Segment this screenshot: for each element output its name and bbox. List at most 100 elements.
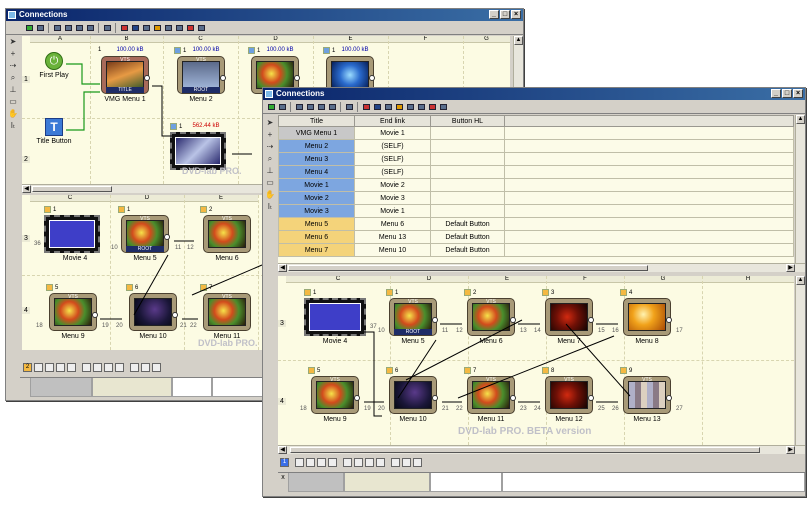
frame-icon[interactable]: ▭ xyxy=(266,178,274,187)
view-icon[interactable] xyxy=(82,362,91,372)
distribute-icon[interactable] xyxy=(316,101,326,112)
chart-icon[interactable] xyxy=(427,101,437,112)
view-icon[interactable] xyxy=(56,362,65,372)
cell-button-hl[interactable] xyxy=(430,152,505,166)
table-row[interactable]: Menu 6 Menu 13 Default Button xyxy=(278,230,794,244)
close-panel-icon[interactable]: x xyxy=(278,473,288,492)
view-icon[interactable] xyxy=(93,362,102,372)
close-panel-icon[interactable] xyxy=(20,378,30,397)
cell-end-link[interactable]: Menu 6 xyxy=(354,217,431,231)
table-row[interactable]: Menu 7 Menu 10 Default Button xyxy=(278,243,794,257)
link-icon[interactable] xyxy=(327,101,337,112)
view-icon[interactable] xyxy=(45,362,54,372)
column-header-title[interactable]: Title xyxy=(278,115,355,127)
cell-title[interactable]: Movie 3 xyxy=(278,204,355,218)
pin-icon[interactable]: ⊥ xyxy=(267,166,274,175)
cell-title[interactable]: Movie 1 xyxy=(278,178,355,192)
table-row[interactable]: Menu 3 (SELF) xyxy=(278,152,794,166)
grid-icon[interactable] xyxy=(102,22,112,33)
tape-icon[interactable] xyxy=(405,101,415,112)
text-icon[interactable]: Iₜ xyxy=(11,121,16,130)
view-icon[interactable] xyxy=(402,457,411,467)
table-row[interactable]: Menu 4 (SELF) xyxy=(278,165,794,179)
check-icon[interactable] xyxy=(416,101,426,112)
column-header-end-link[interactable]: End link xyxy=(354,115,431,127)
maximize-button[interactable]: □ xyxy=(500,10,510,19)
page-button[interactable]: 2 xyxy=(23,362,32,372)
cell-end-link[interactable]: Menu 13 xyxy=(354,230,431,244)
minimize-button[interactable]: _ xyxy=(771,89,781,98)
cell-title[interactable]: Menu 6 xyxy=(278,230,355,244)
table-row[interactable]: Menu 2 (SELF) xyxy=(278,139,794,153)
column-header-button-hl[interactable]: Button HL xyxy=(430,115,505,127)
plus-icon[interactable]: + xyxy=(268,130,273,139)
cell-end-link[interactable]: (SELF) xyxy=(354,139,431,153)
cell-end-link[interactable]: Movie 1 xyxy=(354,204,431,218)
hand-icon[interactable]: ✋ xyxy=(265,190,275,199)
cell-title[interactable]: Menu 2 xyxy=(278,139,355,153)
title-bar[interactable]: Connections _ □ × xyxy=(263,88,805,100)
cell-button-hl[interactable] xyxy=(430,126,505,140)
frame-icon[interactable]: ▭ xyxy=(9,97,17,106)
export-icon[interactable] xyxy=(438,101,448,112)
maximize-button[interactable]: □ xyxy=(782,89,792,98)
front-connection-grid[interactable]: C D E F G H 3 4 1 Movie 4 37 1 VTS ROOT M… xyxy=(278,276,794,445)
export-icon[interactable] xyxy=(196,22,206,33)
delete-link-icon[interactable] xyxy=(361,101,371,112)
cell-end-link[interactable]: Movie 3 xyxy=(354,191,431,205)
cell-button-hl[interactable] xyxy=(430,165,505,179)
distribute-icon[interactable] xyxy=(74,22,84,33)
cell-button-hl[interactable] xyxy=(430,178,505,192)
pin-icon[interactable]: ⊥ xyxy=(10,85,17,94)
table-row[interactable]: Menu 5 Menu 6 Default Button xyxy=(278,217,794,231)
minimize-button[interactable]: _ xyxy=(489,10,499,19)
color-icon[interactable] xyxy=(130,22,140,33)
zoom-icon[interactable]: ⌕ xyxy=(268,154,272,163)
cell-button-hl[interactable] xyxy=(430,139,505,153)
table-row[interactable]: VMG Menu 1 Movie 1 xyxy=(278,126,794,140)
tape-icon[interactable] xyxy=(163,22,173,33)
cell-button-hl[interactable]: Default Button xyxy=(430,230,505,244)
grid-horizontal-scrollbar[interactable]: ◀ ▶ xyxy=(278,445,805,454)
page-button[interactable]: 1 xyxy=(280,457,289,467)
bottom-connection-grid[interactable]: C D E 3 4 1 Movie 4 36 1 VTS ROOT Menu 5 … xyxy=(22,195,284,350)
table-row[interactable]: Movie 2 Movie 3 xyxy=(278,191,794,205)
view-icon[interactable] xyxy=(343,457,352,467)
view-icon[interactable] xyxy=(104,362,113,372)
connections-table[interactable]: Title End link Button HL VMG Menu 1 Movie… xyxy=(278,115,794,257)
grid-vertical-scrollbar[interactable]: ▲ xyxy=(795,276,805,445)
cell-title[interactable]: Menu 7 xyxy=(278,243,355,257)
close-button[interactable]: × xyxy=(511,10,521,19)
cell-title[interactable]: VMG Menu 1 xyxy=(278,126,355,140)
cell-button-hl[interactable]: Default Button xyxy=(430,217,505,231)
cell-title[interactable]: Movie 2 xyxy=(278,191,355,205)
cell-end-link[interactable]: Movie 1 xyxy=(354,126,431,140)
view-icon[interactable] xyxy=(141,362,150,372)
view-icon[interactable] xyxy=(152,362,161,372)
tree-icon[interactable] xyxy=(294,101,304,112)
cell-title[interactable]: Menu 4 xyxy=(278,165,355,179)
cell-button-hl[interactable] xyxy=(430,191,505,205)
close-button[interactable]: × xyxy=(793,89,803,98)
cell-title[interactable]: Menu 5 xyxy=(278,217,355,231)
view-icon[interactable] xyxy=(67,362,76,372)
plus-icon[interactable]: + xyxy=(11,49,16,58)
view-icon[interactable] xyxy=(317,457,326,467)
view-icon[interactable] xyxy=(391,457,400,467)
connect-icon[interactable]: ⇢ xyxy=(267,142,274,151)
table-row[interactable]: Movie 1 Movie 2 xyxy=(278,178,794,192)
connect-icon[interactable]: ⇢ xyxy=(10,61,17,70)
arrow-pointer-icon[interactable]: ➤ xyxy=(10,37,17,46)
cell-end-link[interactable]: (SELF) xyxy=(354,165,431,179)
table-horizontal-scrollbar[interactable]: ◀ ▶ xyxy=(278,263,805,272)
table-view-icon[interactable] xyxy=(24,22,34,33)
view-icon[interactable] xyxy=(328,457,337,467)
link-icon[interactable] xyxy=(85,22,95,33)
view-icon[interactable] xyxy=(354,457,363,467)
check-icon[interactable] xyxy=(174,22,184,33)
list-view-icon[interactable] xyxy=(35,22,45,33)
arrow-pointer-icon[interactable]: ➤ xyxy=(267,118,274,127)
table-vertical-scrollbar[interactable]: ▲ xyxy=(795,115,805,263)
grid-icon[interactable] xyxy=(344,101,354,112)
view-icon[interactable] xyxy=(413,457,422,467)
